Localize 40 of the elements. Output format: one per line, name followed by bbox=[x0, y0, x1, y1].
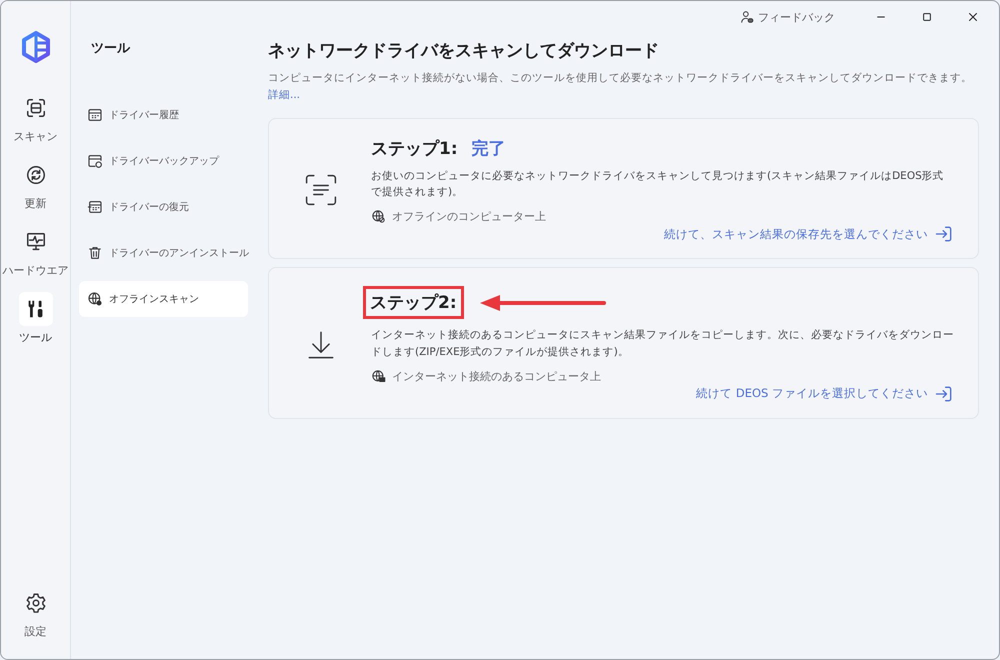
continue-link[interactable]: 続けて DEOS ファイルを選択してください bbox=[696, 384, 954, 404]
rail-item[interactable]: 更新 bbox=[18, 158, 52, 211]
calendar-icon bbox=[87, 199, 103, 215]
sign-in-arrow-icon bbox=[934, 384, 954, 404]
calendar-icon bbox=[87, 107, 103, 123]
logo-icon bbox=[20, 31, 50, 63]
step-description: お使いのコンピュータに必要なネットワークドライバをスキャンして見つけます(スキャン結果ファイルはDEOS形式で提供されます)。 bbox=[371, 168, 945, 200]
trash-icon bbox=[87, 245, 103, 261]
globe-icon bbox=[87, 291, 103, 307]
sidebar-title: ツール bbox=[90, 40, 132, 57]
calendar-sync-icon bbox=[87, 153, 103, 169]
monitor-icon bbox=[24, 231, 46, 253]
settings-button[interactable]: 設定 bbox=[18, 586, 52, 639]
location-text: インターネット接続のあるコンピュータ上 bbox=[392, 368, 601, 384]
rail-item[interactable]: ハードウエア bbox=[2, 225, 68, 278]
step-title: ステップ2: bbox=[363, 286, 464, 320]
rail-item[interactable]: スキャン bbox=[14, 91, 58, 144]
maximize-icon bbox=[921, 11, 933, 23]
refresh-icon bbox=[24, 164, 46, 186]
user-icon bbox=[740, 10, 754, 24]
continue-link[interactable]: 続けて、スキャン結果の保存先を選んでください bbox=[664, 224, 954, 244]
step-status: 完了 bbox=[472, 138, 506, 160]
page-description: コンピュータにインターネット接続がない場合、このツールを使用して必要なネットワークドライバーをスキャンしてダウンロードできます。 詳細... bbox=[268, 71, 973, 103]
settings-icon bbox=[24, 592, 46, 614]
details-link[interactable]: 詳細... bbox=[268, 88, 300, 101]
sign-in-arrow-icon bbox=[934, 224, 954, 244]
sidebar-item[interactable]: オフラインスキャン bbox=[79, 281, 248, 317]
globe-icon bbox=[371, 209, 386, 224]
sidebar-item[interactable]: ドライバーバックアップ bbox=[79, 143, 248, 179]
sidebar-item[interactable]: ドライバーのアンインストール bbox=[79, 235, 248, 271]
globe-monitor-icon bbox=[371, 368, 386, 384]
sidebar-item[interactable]: ドライバー履歴 bbox=[79, 97, 248, 133]
sidebar-item[interactable]: ドライバーの復元 bbox=[79, 189, 248, 225]
page-title: ネットワークドライバをスキャンしてダウンロード bbox=[268, 40, 660, 62]
close-icon bbox=[967, 11, 979, 23]
scan-icon bbox=[24, 97, 46, 119]
step-title: ステップ1: bbox=[371, 138, 458, 160]
location-text: オフラインのコンピューター上 bbox=[392, 209, 546, 224]
step-description: インターネット接続のあるコンピュータにスキャン結果ファイルをコピーします。次に、必要なドライバをダウンロードします(ZIP/EXE形式のファイルが提供されます)。 bbox=[371, 328, 954, 360]
feedback-button[interactable]: フィードバック bbox=[734, 8, 841, 26]
